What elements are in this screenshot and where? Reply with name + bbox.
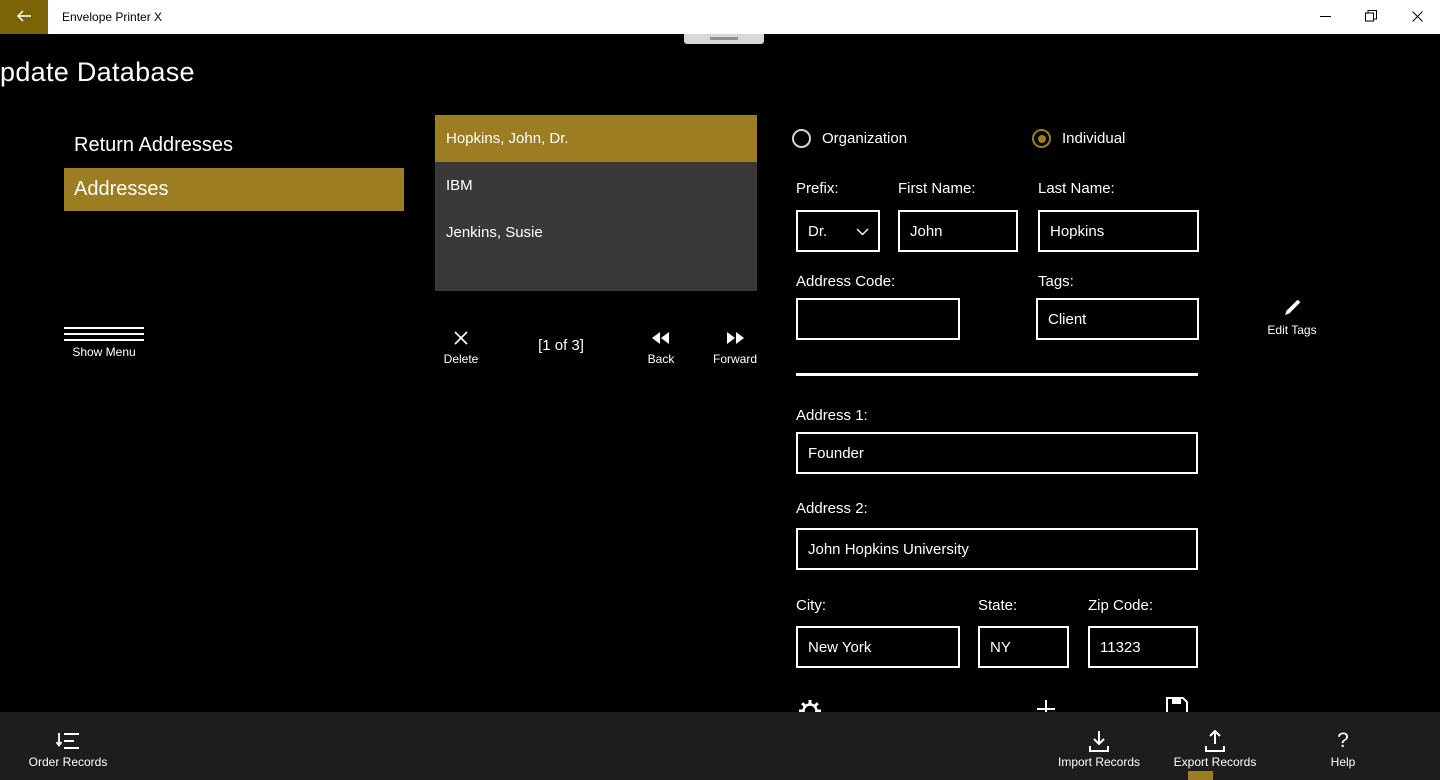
record-item[interactable]: IBM (435, 162, 757, 209)
back-button[interactable] (0, 0, 48, 34)
tags-field[interactable] (1036, 298, 1199, 340)
export-records-button[interactable]: Export Records (1155, 730, 1275, 769)
export-accent-marker (1188, 771, 1213, 780)
address2-label: Address 2: (796, 500, 868, 517)
city-label: City: (796, 597, 826, 614)
titlebar: Envelope Printer X (0, 0, 1440, 34)
drag-handle[interactable] (684, 34, 764, 44)
address1-field[interactable] (796, 432, 1198, 474)
rewind-icon (629, 329, 693, 347)
zip-code-label: Zip Code: (1088, 597, 1154, 614)
close-icon (1411, 10, 1423, 25)
zip-code-field[interactable] (1088, 626, 1198, 668)
first-name-field[interactable] (898, 210, 1018, 252)
record-item[interactable]: Hopkins, John, Dr. (435, 115, 757, 162)
last-name-label: Last Name: (1038, 180, 1115, 197)
state-label: State: (978, 597, 1018, 614)
window-controls (1302, 0, 1440, 34)
radio-circle-icon (792, 129, 811, 148)
delete-record-button[interactable]: Delete (429, 329, 493, 366)
tags-label: Tags: (1038, 273, 1074, 290)
hamburger-icon (64, 327, 144, 341)
show-menu-button[interactable]: Show Menu (64, 327, 144, 359)
delete-label: Delete (443, 352, 479, 366)
chevron-down-icon (856, 223, 869, 240)
radio-organization[interactable]: Organization (792, 129, 907, 148)
last-name-field[interactable] (1038, 210, 1199, 252)
restore-button[interactable] (1348, 0, 1394, 34)
restore-icon (1365, 9, 1377, 25)
order-records-label: Order Records (28, 755, 108, 769)
organization-label: Organization (822, 130, 908, 147)
help-label: Help (1330, 755, 1356, 769)
city-field[interactable] (796, 626, 960, 668)
forward-label: Forward (712, 352, 757, 366)
individual-label: Individual (1062, 130, 1126, 147)
prefix-label: Prefix: (796, 180, 839, 197)
import-records-label: Import Records (1057, 755, 1141, 769)
close-button[interactable] (1394, 0, 1440, 34)
address-code-field[interactable] (796, 298, 960, 340)
nav-item-addresses[interactable]: Addresses (64, 168, 404, 211)
form-separator (796, 373, 1198, 376)
address2-field[interactable] (796, 528, 1198, 570)
record-list: Hopkins, John, Dr. IBM Jenkins, Susie (435, 115, 757, 291)
record-counter: [1 of 3] (538, 337, 584, 354)
address1-label: Address 1: (796, 407, 868, 424)
fast-forward-icon (703, 329, 767, 347)
address-type-list: Return Addresses Addresses (64, 122, 404, 211)
back-label: Back (647, 352, 675, 366)
reorder-list-icon (8, 730, 128, 752)
previous-record-button[interactable]: Back (629, 329, 693, 366)
next-record-button[interactable]: Forward (703, 329, 767, 366)
edit-tags-label: Edit Tags (1267, 323, 1317, 337)
address-code-label: Address Code: (796, 273, 896, 290)
back-arrow-icon (16, 9, 32, 25)
record-item[interactable]: Jenkins, Susie (435, 209, 757, 256)
page-title: pdate Database (0, 57, 195, 87)
radio-circle-selected-icon (1032, 129, 1051, 148)
minimize-button[interactable] (1302, 0, 1348, 34)
app-window: Envelope Printer X pdate Database Return… (0, 0, 1440, 780)
app-title: Envelope Printer X (62, 10, 163, 24)
prefix-combobox[interactable]: Dr. (796, 210, 880, 252)
export-icon (1155, 730, 1275, 752)
help-button[interactable]: ? Help (1283, 729, 1403, 769)
prefix-value: Dr. (808, 222, 828, 240)
question-mark-icon: ? (1337, 729, 1349, 752)
pencil-icon (1258, 297, 1326, 317)
import-icon (1039, 730, 1159, 752)
bottom-app-bar: Order Records Import Records Export Reco… (0, 712, 1440, 780)
first-name-label: First Name: (898, 180, 976, 197)
export-records-label: Export Records (1173, 755, 1257, 769)
show-menu-label: Show Menu (72, 345, 136, 359)
state-field[interactable] (978, 626, 1069, 668)
minimize-icon (1319, 10, 1331, 25)
radio-individual[interactable]: Individual (1032, 129, 1125, 148)
delete-x-icon (429, 329, 493, 347)
order-records-button[interactable]: Order Records (8, 730, 128, 769)
nav-item-return-addresses[interactable]: Return Addresses (64, 122, 404, 168)
import-records-button[interactable]: Import Records (1039, 730, 1159, 769)
edit-tags-button[interactable]: Edit Tags (1258, 297, 1326, 337)
